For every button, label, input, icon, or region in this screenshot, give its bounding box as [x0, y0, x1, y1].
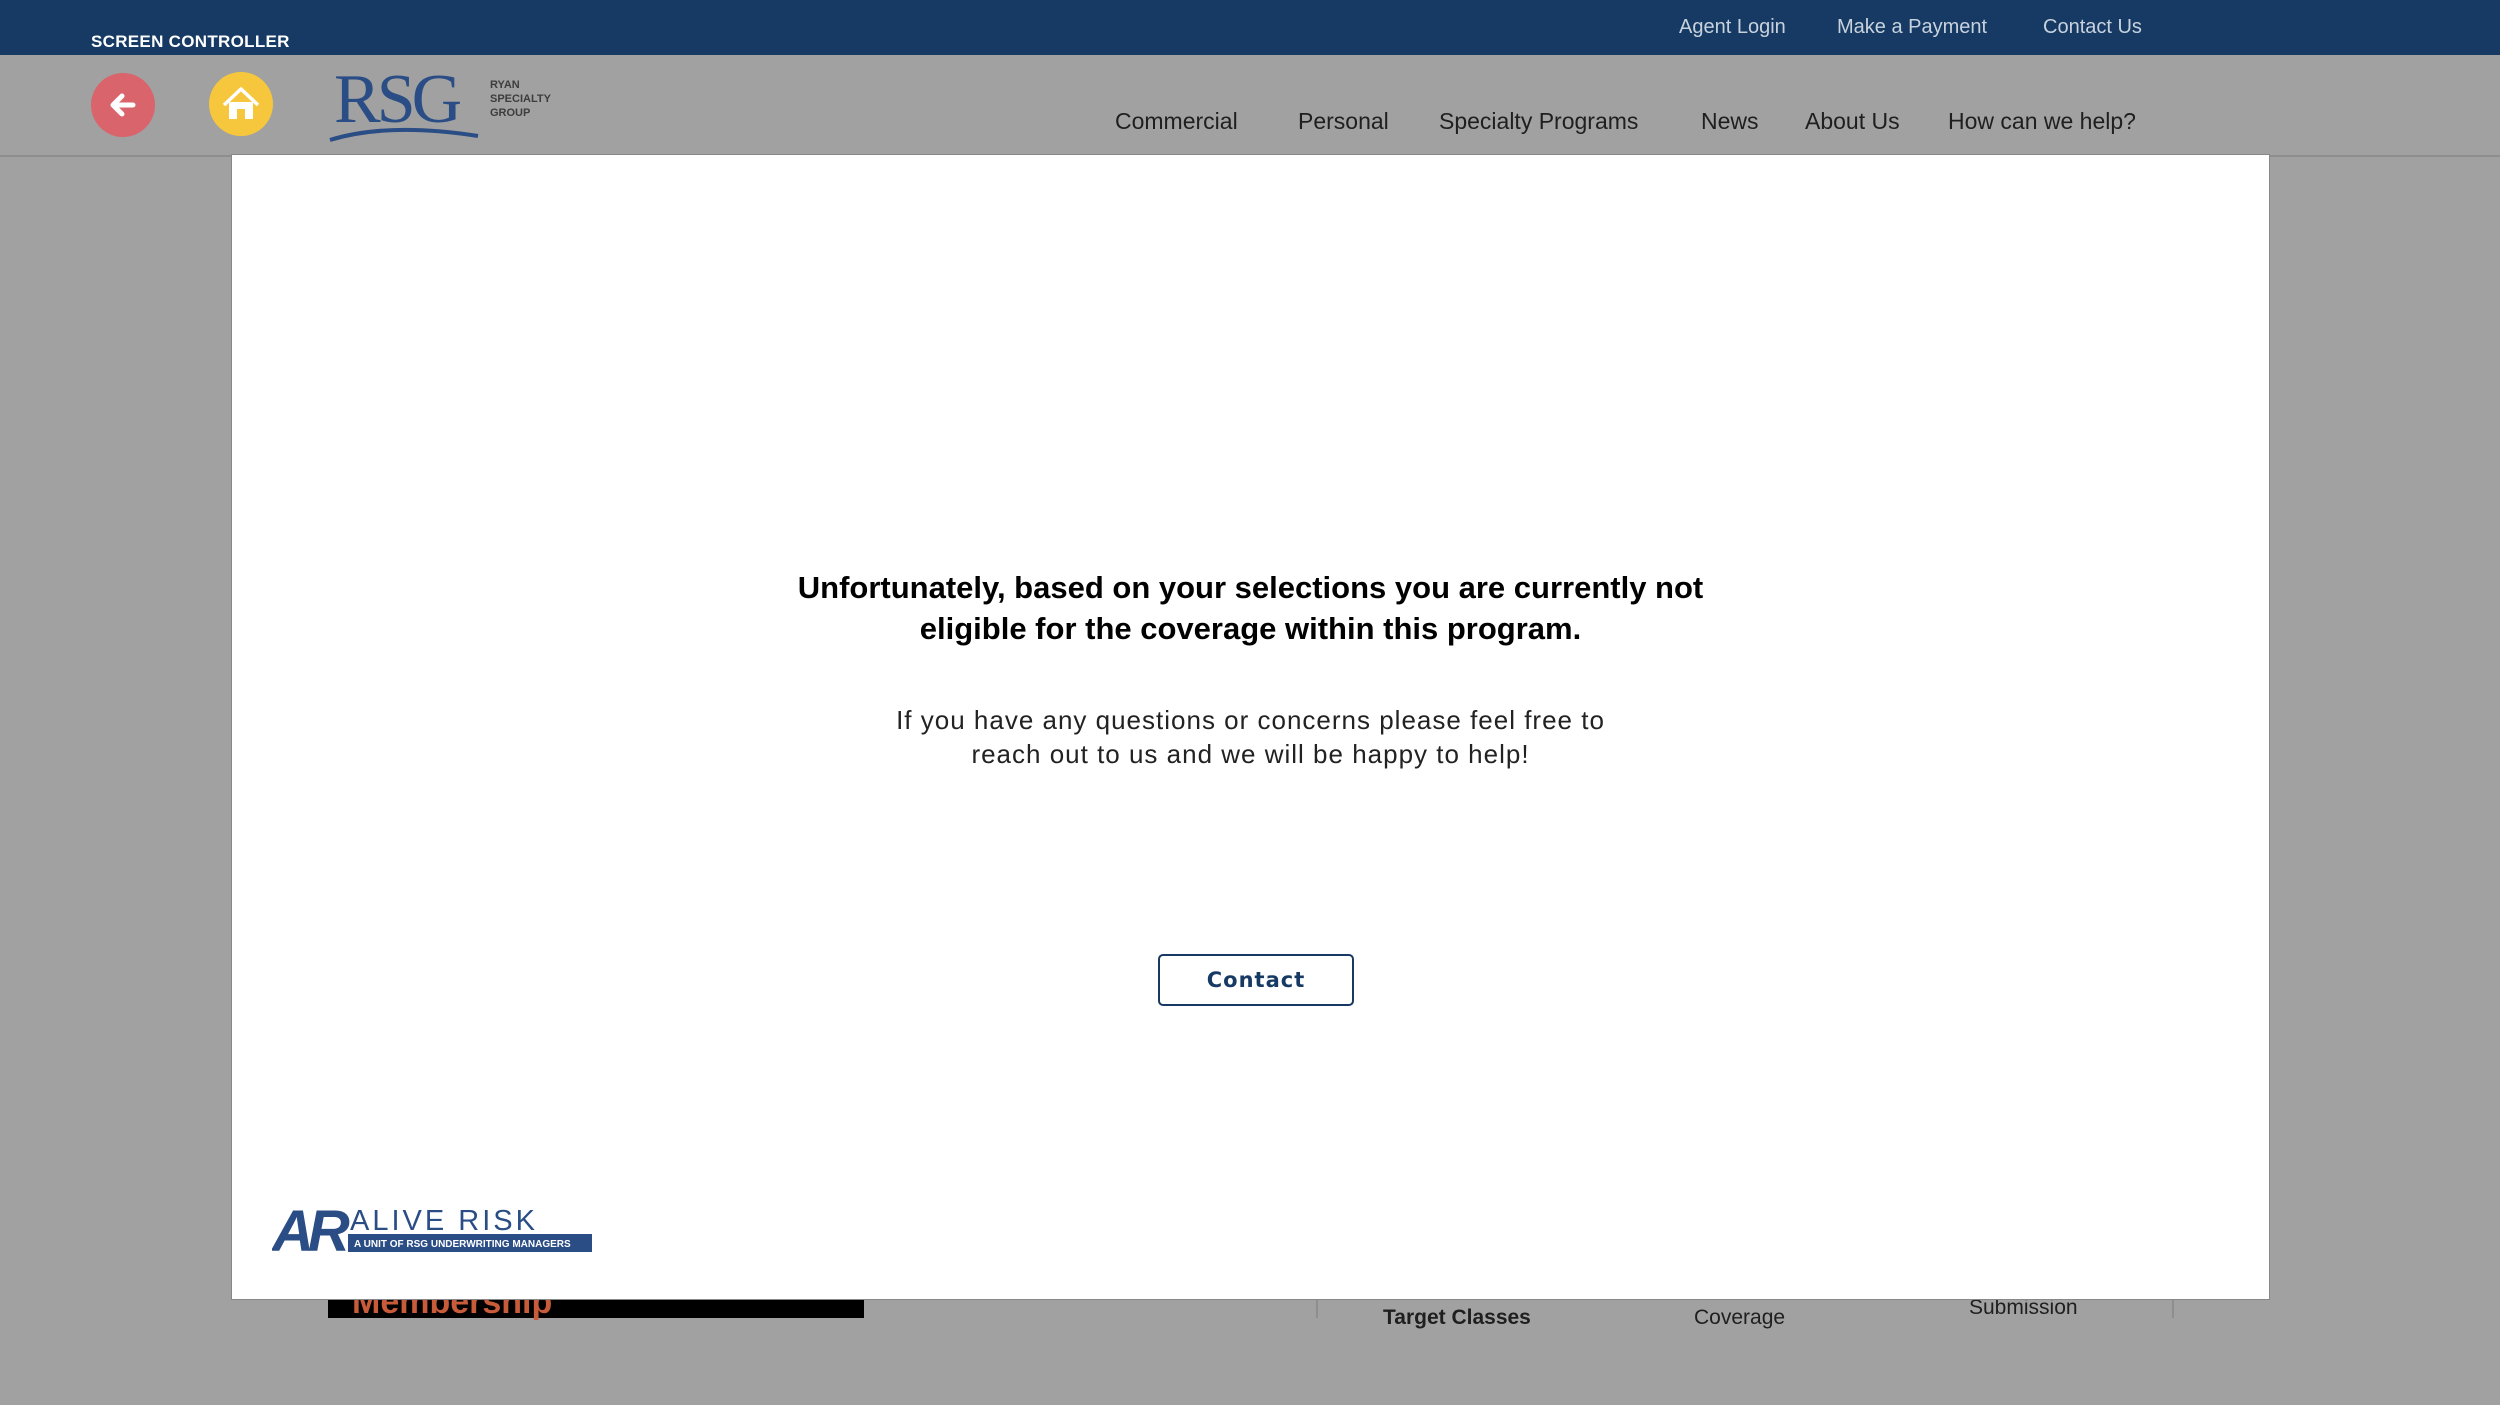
svg-text:GROUP: GROUP: [490, 107, 530, 119]
svg-text:A UNIT OF RSG UNDERWRITING MAN: A UNIT OF RSG UNDERWRITING MANAGERS: [354, 1239, 571, 1250]
screen-controller-label: SCREEN CONTROLLER: [91, 32, 290, 51]
agent-login-link[interactable]: Agent Login: [1679, 16, 1786, 39]
modal-body-line-1: If you have any questions or concerns pl…: [896, 705, 1605, 735]
svg-text:RSG: RSG: [334, 62, 461, 138]
svg-text:AR: AR: [272, 1199, 350, 1257]
alive-risk-logo: AR ALIVE RISK A UNIT OF RSG UNDERWRITING…: [272, 1199, 592, 1257]
home-button[interactable]: [209, 72, 273, 136]
home-icon: [222, 87, 260, 119]
make-a-payment-link[interactable]: Make a Payment: [1837, 16, 1987, 39]
back-button[interactable]: [91, 73, 155, 137]
nav-about-us[interactable]: About Us: [1805, 108, 1900, 135]
modal-headline-line-2: eligible for the coverage within this pr…: [919, 611, 1582, 646]
ineligible-modal: Unfortunately, based on your selections …: [231, 154, 2270, 1300]
modal-headline-line-1: Unfortunately, based on your selections …: [797, 570, 1704, 605]
modal-body-text: If you have any questions or concerns pl…: [232, 703, 2269, 771]
contact-button[interactable]: Contact: [1158, 954, 1354, 1006]
rsg-logo[interactable]: RSG RYAN SPECIALTY GROUP: [328, 62, 558, 144]
arrow-left-icon: [110, 93, 136, 117]
svg-text:RYAN: RYAN: [490, 79, 520, 91]
contact-us-link[interactable]: Contact Us: [2043, 16, 2142, 39]
modal-headline: Unfortunately, based on your selections …: [232, 567, 2269, 649]
svg-text:SPECIALTY: SPECIALTY: [490, 93, 552, 105]
nav-specialty-programs[interactable]: Specialty Programs: [1439, 108, 1638, 135]
coverage-heading: Coverage: [1694, 1306, 1786, 1329]
modal-body-line-2: reach out to us and we will be happy to …: [971, 739, 1530, 769]
nav-commercial[interactable]: Commercial: [1115, 108, 1238, 135]
svg-text:ALIVE RISK: ALIVE RISK: [350, 1205, 538, 1237]
target-classes-heading: Target Classes: [1383, 1306, 1531, 1329]
nav-how-can-we-help[interactable]: How can we help?: [1948, 108, 2136, 135]
nav-personal[interactable]: Personal: [1298, 108, 1389, 135]
nav-news[interactable]: News: [1701, 108, 1759, 135]
